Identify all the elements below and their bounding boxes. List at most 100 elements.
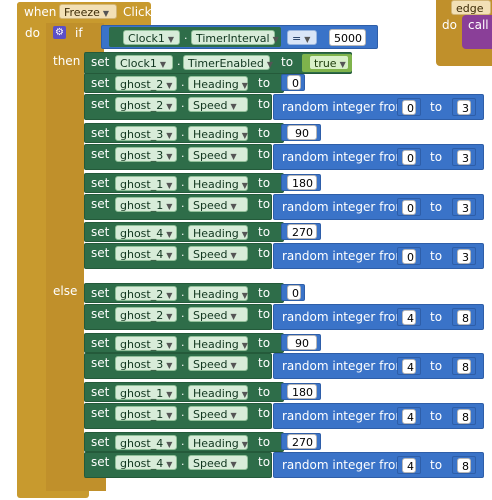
random-to-value[interactable]: 8	[457, 310, 471, 325]
to-label: to	[258, 455, 271, 469]
property-dropdown[interactable]: Heading ▼	[188, 176, 248, 191]
random-from-value[interactable]: 0	[402, 249, 416, 264]
edge-dropdown[interactable]: edge	[451, 0, 491, 15]
random-to-value[interactable]: 3	[457, 150, 471, 165]
property-dropdown[interactable]: Heading ▼	[188, 126, 248, 141]
to-label: to	[258, 176, 271, 190]
number-value[interactable]: 90	[287, 335, 317, 350]
ghost-dropdown[interactable]: ghost_3 ▼	[115, 356, 177, 371]
property-dropdown[interactable]: Speed ▼	[188, 197, 248, 212]
property-dropdown[interactable]: Heading ▼	[188, 385, 248, 400]
ghost-dropdown[interactable]: ghost_3 ▼	[115, 336, 177, 351]
dot-label: .	[181, 147, 185, 160]
ghost-dropdown[interactable]: ghost_4 ▼	[115, 455, 177, 470]
to-label: to	[258, 126, 271, 140]
else-label: else	[53, 284, 78, 298]
timer-property-dropdown[interactable]: TimerEnabled ▼	[183, 55, 273, 70]
number-value[interactable]: 180	[287, 175, 317, 190]
property-dropdown[interactable]: Heading ▼	[188, 76, 248, 91]
when-label: when	[24, 5, 57, 19]
true-dropdown[interactable]: true ▼	[309, 55, 349, 70]
property-dropdown[interactable]: Speed ▼	[188, 147, 248, 162]
random-from-value[interactable]: 4	[402, 458, 416, 473]
number-value[interactable]: 90	[287, 125, 317, 140]
ghost-dropdown[interactable]: ghost_3 ▼	[115, 147, 177, 162]
random-to-label: to	[430, 359, 443, 373]
random-to-label: to	[430, 249, 443, 263]
ghost-dropdown[interactable]: ghost_2 ▼	[115, 307, 177, 322]
random-to-label: to	[430, 409, 443, 423]
random-integer-label: random integer from	[282, 249, 408, 263]
property-dropdown[interactable]: Speed ▼	[188, 356, 248, 371]
to-label: to	[258, 286, 271, 300]
ghost-dropdown[interactable]: ghost_4 ▼	[115, 435, 177, 450]
random-from-value[interactable]: 0	[402, 100, 416, 115]
random-to-value[interactable]: 3	[457, 249, 471, 264]
dot-label: .	[181, 126, 185, 139]
property-dropdown[interactable]: Heading ▼	[188, 225, 248, 240]
condition-value[interactable]: 5000	[329, 29, 366, 46]
blocks-workspace[interactable]: when Freeze ▼ Click do ⚙ if then else Clo…	[0, 0, 492, 500]
ghost-dropdown[interactable]: ghost_4 ▼	[115, 225, 177, 240]
property-dropdown[interactable]: Heading ▼	[188, 435, 248, 450]
random-to-value[interactable]: 8	[457, 458, 471, 473]
property-dropdown[interactable]: Speed ▼	[188, 246, 248, 261]
to-label: to	[258, 225, 271, 239]
number-value[interactable]: 0	[287, 75, 301, 90]
to-label: to	[258, 356, 271, 370]
set-label: set	[91, 126, 110, 140]
random-to-label: to	[430, 458, 443, 472]
random-integer-label: random integer from	[282, 409, 408, 423]
number-value[interactable]: 180	[287, 384, 317, 399]
ghost-dropdown[interactable]: ghost_3 ▼	[115, 126, 177, 141]
operator-dropdown[interactable]: = ▼	[287, 30, 317, 45]
ghost-dropdown[interactable]: ghost_1 ▼	[115, 385, 177, 400]
random-from-value[interactable]: 4	[402, 310, 416, 325]
ghost-dropdown[interactable]: ghost_2 ▼	[115, 76, 177, 91]
random-to-value[interactable]: 3	[457, 100, 471, 115]
timer-component-dropdown[interactable]: Clock1 ▼	[115, 55, 173, 70]
gear-icon[interactable]: ⚙	[53, 26, 66, 39]
condition-property-dropdown[interactable]: TimerInterval ▼	[191, 30, 279, 45]
set-label: set	[91, 225, 110, 239]
to-label: to	[258, 385, 271, 399]
random-from-value[interactable]: 0	[402, 150, 416, 165]
ghost-dropdown[interactable]: ghost_2 ▼	[115, 286, 177, 301]
random-to-value[interactable]: 3	[457, 200, 471, 215]
set-label: set	[91, 197, 110, 211]
random-integer-label: random integer from	[282, 310, 408, 324]
set-label: set	[91, 307, 110, 321]
random-to-label: to	[430, 310, 443, 324]
random-from-value[interactable]: 4	[402, 409, 416, 424]
dot-label: .	[181, 406, 185, 419]
dot-label: .	[181, 435, 185, 448]
random-to-label: to	[430, 150, 443, 164]
number-value[interactable]: 270	[287, 224, 317, 239]
number-value[interactable]: 0	[287, 285, 301, 300]
component-dropdown[interactable]: Freeze ▼	[59, 4, 117, 19]
random-from-value[interactable]: 4	[402, 359, 416, 374]
random-to-value[interactable]: 8	[457, 409, 471, 424]
property-dropdown[interactable]: Speed ▼	[188, 406, 248, 421]
ghost-dropdown[interactable]: ghost_2 ▼	[115, 97, 177, 112]
event-block-body-left	[17, 2, 47, 497]
set-label: set	[91, 147, 110, 161]
property-dropdown[interactable]: Heading ▼	[188, 286, 248, 301]
ghost-dropdown[interactable]: ghost_4 ▼	[115, 246, 177, 261]
ghost-dropdown[interactable]: ghost_1 ▼	[115, 406, 177, 421]
ghost-dropdown[interactable]: ghost_1 ▼	[115, 176, 177, 191]
random-to-label: to	[430, 100, 443, 114]
condition-component-dropdown[interactable]: Clock1 ▼	[123, 30, 180, 45]
random-to-value[interactable]: 8	[457, 359, 471, 374]
property-dropdown[interactable]: Speed ▼	[188, 455, 248, 470]
to-label: to	[258, 97, 271, 111]
number-value[interactable]: 270	[287, 434, 317, 449]
property-dropdown[interactable]: Heading ▼	[188, 336, 248, 351]
ghost-dropdown[interactable]: ghost_1 ▼	[115, 197, 177, 212]
random-from-value[interactable]: 0	[402, 200, 416, 215]
property-dropdown[interactable]: Speed ▼	[188, 97, 248, 112]
event-name-label: Click	[123, 5, 152, 19]
dot-label: .	[181, 76, 185, 89]
set-label: set	[91, 356, 110, 370]
property-dropdown[interactable]: Speed ▼	[188, 307, 248, 322]
